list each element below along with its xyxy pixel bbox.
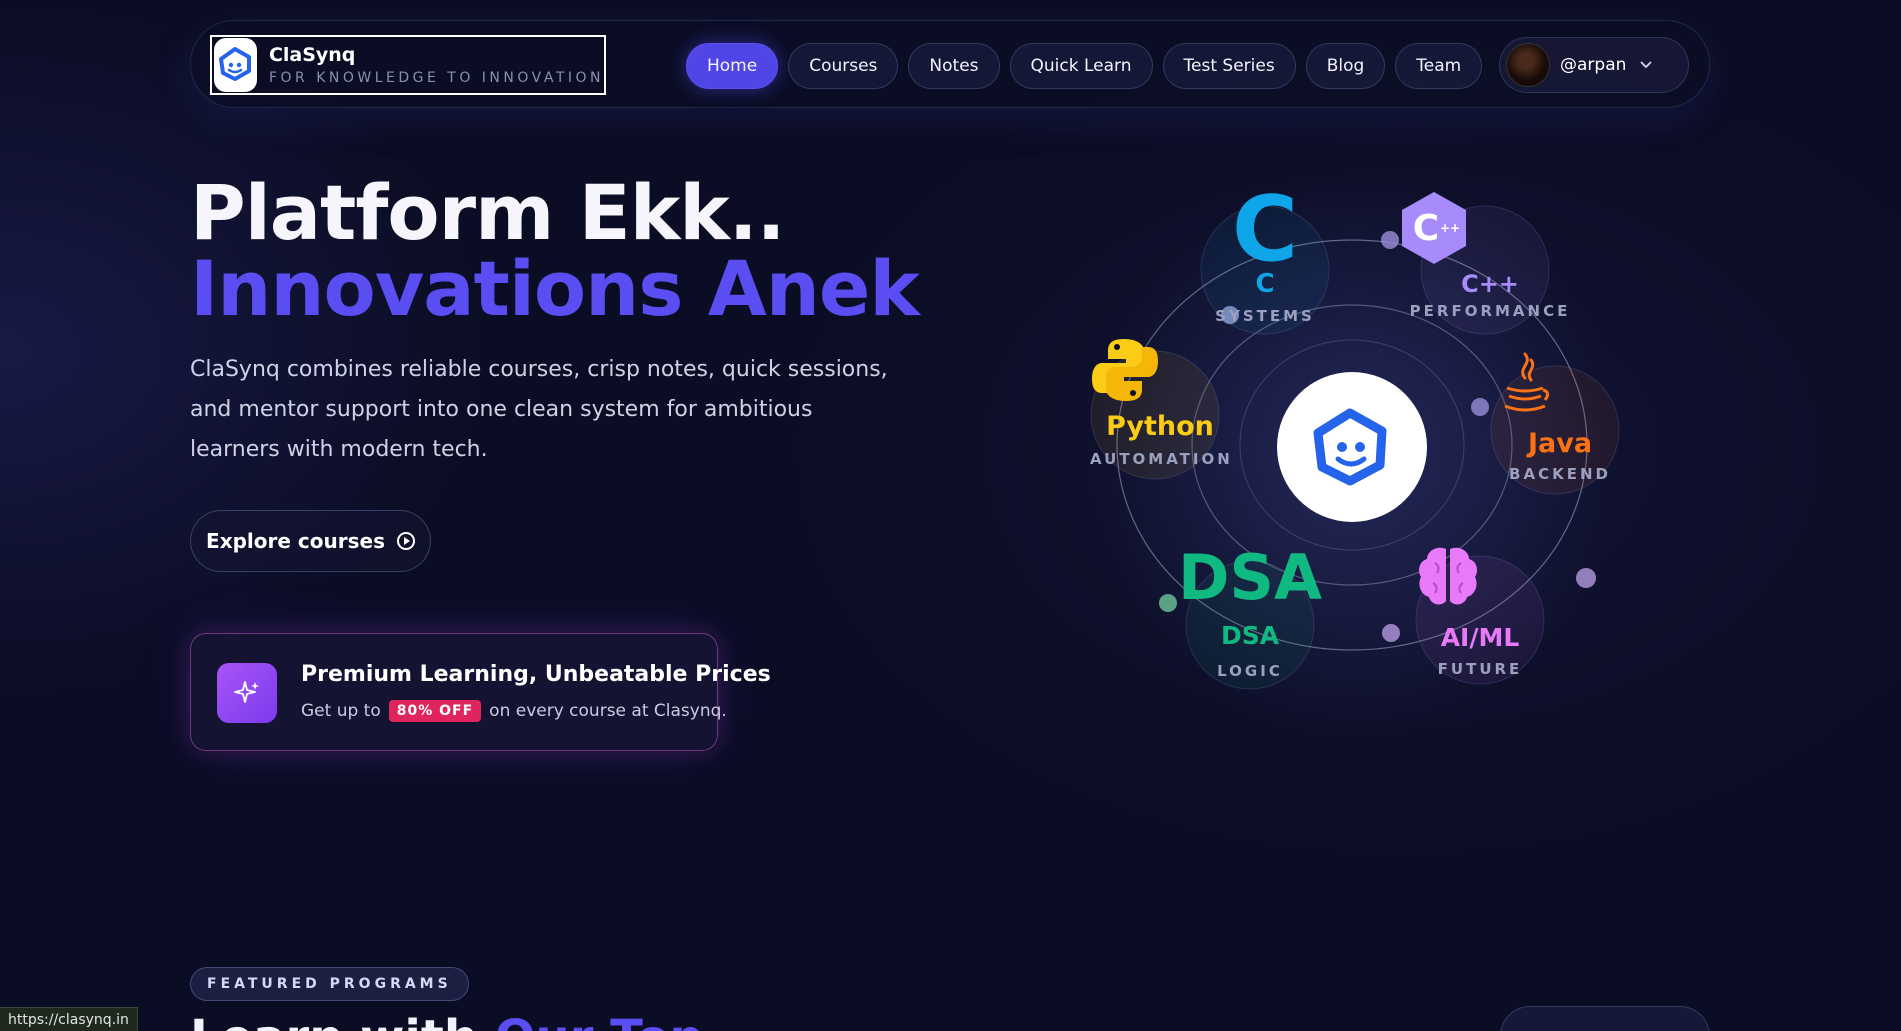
featured-heading-accent: Our Top xyxy=(495,1010,704,1031)
promo-card: Premium Learning, Unbeatable Prices Get … xyxy=(190,633,771,751)
avatar xyxy=(1506,43,1550,87)
orbit-node-sub: SYSTEMS xyxy=(1215,307,1315,325)
orbit-node-label: DSA xyxy=(1220,621,1280,650)
nav-link-home[interactable]: Home xyxy=(686,43,779,89)
user-name: @arpan xyxy=(1560,55,1627,75)
nav-link-blog[interactable]: Blog xyxy=(1305,43,1386,89)
nav-link-quick-learn[interactable]: Quick Learn xyxy=(1009,43,1153,89)
python-logo-icon xyxy=(1092,335,1195,405)
orbit-node-dsa: DSA DSA LOGIC xyxy=(1175,541,1325,681)
explore-courses-label: Explore courses xyxy=(206,529,385,553)
nav-link-test-series[interactable]: Test Series xyxy=(1162,43,1296,89)
chevron-down-icon xyxy=(1640,58,1653,73)
nav-link-team[interactable]: Team xyxy=(1395,43,1483,89)
hero-description: ClaSynq combines reliable courses, crisp… xyxy=(190,357,888,462)
tech-orbit-illustration: C C SYSTEMS C ++ C++ PERFORMANCE Python … xyxy=(1090,175,1620,735)
svg-text:C: C xyxy=(1413,208,1439,249)
brain-icon xyxy=(1419,543,1513,609)
orbit-node-sub: FUTURE xyxy=(1437,660,1523,678)
featured-heading-start: Learn with xyxy=(190,1010,478,1031)
orbit-node-label: C++ xyxy=(1461,270,1519,298)
clasynq-logo-icon xyxy=(214,38,257,92)
orbit-node-label: Python xyxy=(1106,411,1214,442)
nav-links: Home Courses Notes Quick Learn Test Seri… xyxy=(686,43,1483,89)
c-logo-icon: C xyxy=(1231,177,1299,282)
hero-title-line2: Innovations Anek xyxy=(190,244,920,333)
nav-link-courses[interactable]: Courses xyxy=(788,43,899,89)
orbit-node-label: C xyxy=(1255,269,1275,299)
java-logo-icon xyxy=(1504,350,1590,420)
brand-name: ClaSynq xyxy=(268,44,356,66)
orbit-node-java: Java BACKEND xyxy=(1495,350,1625,483)
orbit-node-aiml: AI/ML FUTURE xyxy=(1415,543,1545,678)
brand-tagline: FOR KNOWLEDGE TO INNOVATION xyxy=(268,70,604,86)
orbit-node-sub: PERFORMANCE xyxy=(1409,302,1571,320)
featured-heading: Learn with Our Top xyxy=(190,1010,704,1031)
play-circle-icon xyxy=(396,532,415,550)
cpp-logo-icon: C ++ xyxy=(1402,190,1524,266)
dsa-logo-icon: DSA xyxy=(1177,541,1323,614)
promo-prefix: Get up to xyxy=(301,701,381,721)
user-menu-button[interactable]: @arpan xyxy=(1499,37,1689,93)
promo-line: Get up to 80% OFF on every course at Cla… xyxy=(301,700,727,722)
orbit-node-label: Java xyxy=(1527,428,1593,459)
top-navbar: ClaSynq FOR KNOWLEDGE TO INNOVATION Home… xyxy=(190,20,1710,108)
promo-title: Premium Learning, Unbeatable Prices xyxy=(301,662,771,687)
orbit-node-label: AI/ML xyxy=(1440,623,1520,652)
browser-status-url: https://clasynq.in xyxy=(0,1007,138,1031)
sparkle-icon xyxy=(217,663,277,723)
orbit-node-sub: LOGIC xyxy=(1217,662,1283,680)
orbit-node-cpp: C ++ C++ PERFORMANCE xyxy=(1400,190,1580,320)
svg-text:++: ++ xyxy=(1440,221,1460,235)
orbit-node-c: C C SYSTEMS xyxy=(1190,177,1340,326)
orbit-node-sub: AUTOMATION xyxy=(1090,450,1233,468)
explore-courses-button[interactable]: Explore courses xyxy=(190,510,431,572)
orbit-node-sub: BACKEND xyxy=(1509,465,1611,483)
discount-badge: 80% OFF xyxy=(388,700,482,722)
promo-suffix: on every course at Clasynq. xyxy=(489,701,727,721)
featured-programs-badge: FEATURED PROGRAMS xyxy=(190,967,469,1001)
nav-link-notes[interactable]: Notes xyxy=(908,43,1000,89)
brand-home-link[interactable]: ClaSynq FOR KNOWLEDGE TO INNOVATION xyxy=(210,35,606,95)
orbit-node-python: Python AUTOMATION xyxy=(1090,335,1230,468)
view-all-button[interactable] xyxy=(1500,1006,1710,1031)
